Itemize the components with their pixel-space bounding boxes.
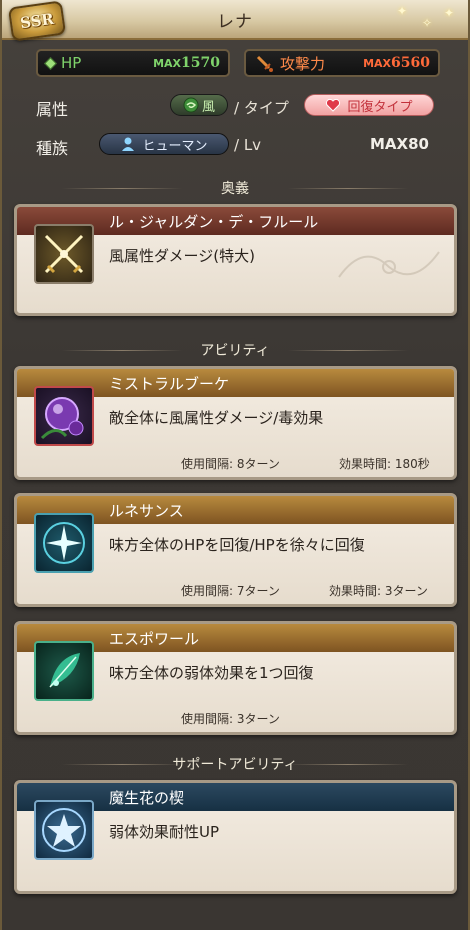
support-ability-description: 弱体効果耐性UP (109, 823, 220, 841)
wind-icon (183, 97, 199, 113)
heart-icon (326, 98, 341, 112)
attack-max-prefix: MAX (363, 57, 392, 70)
race-value: ヒューマン (142, 138, 208, 154)
hp-stat: HP MAX1570 (36, 49, 230, 77)
sparkle-icon: ✦ (444, 6, 455, 20)
attack-number: 6560 (391, 55, 430, 71)
ability-description: 味方全体の弱体効果を1つ回復 (109, 664, 314, 682)
title-bar: レナ ✦ ✧ ✦ (2, 0, 468, 40)
ability-cooldown: 使用間隔: 8ターン (181, 457, 280, 471)
ability-card: ミストラルブーケ 敵全体に風属性ダメージ/毒効果 使用間隔: 8ターン 効果時間… (14, 366, 457, 480)
star-icon (34, 800, 94, 860)
type-badge: 回復タイプ (304, 94, 434, 116)
leaf-icon (34, 641, 94, 701)
floral-decoration (338, 251, 440, 278)
element-badge: 風 (170, 94, 228, 116)
max-level: MAX80 (370, 135, 429, 153)
ougi-description: 風属性ダメージ(特大) (109, 247, 255, 265)
ability-description: 味方全体のHPを回復/HPを徐々に回復 (109, 536, 365, 554)
sparkle-star-icon (34, 513, 94, 573)
ability-duration: 効果時間: 180秒 (339, 457, 430, 471)
ability-card: ルネサンス 味方全体のHPを回復/HPを徐々に回復 使用間隔: 7ターン 効果時… (14, 493, 457, 607)
race-label: 種族 (36, 139, 69, 158)
purple-orb-icon (34, 386, 94, 446)
race-badge: ヒューマン (99, 133, 229, 155)
hp-number: 1570 (181, 55, 220, 71)
element-value: 風 (201, 99, 215, 115)
section-title-abilities: アビリティ (2, 340, 468, 360)
ougi-card: ル・ジャルダン・デ・フルール 風属性ダメージ(特大) (14, 204, 457, 316)
ability-duration: 効果時間: 3ターン (329, 584, 428, 598)
rarity-label: SSR (19, 9, 55, 33)
section-title-ougi: 奥義 (2, 178, 468, 198)
human-icon (122, 137, 135, 151)
hp-diamond-icon (44, 56, 57, 70)
type-value: 回復タイプ (347, 99, 413, 115)
element-label: 属性 (36, 100, 69, 119)
ability-description: 敵全体に風属性ダメージ/毒効果 (109, 409, 324, 427)
section-title-support: サポートアビリティ (2, 754, 468, 774)
ability-cooldown: 使用間隔: 3ターン (181, 712, 280, 726)
crossed-swords-icon (34, 224, 94, 284)
attack-stat: 攻撃力 MAX6560 (244, 49, 440, 77)
hp-label: HP (61, 54, 82, 72)
attack-value: MAX6560 (363, 55, 430, 71)
sword-icon (256, 55, 273, 72)
sparkle-icon: ✦ (397, 4, 408, 18)
character-detail-panel: レナ ✦ ✧ ✦ SSR HP MAX1570 攻撃力 MAX6560 属性 風… (0, 0, 470, 930)
attack-label: 攻撃力 (280, 54, 326, 73)
sparkle-icon: ✧ (422, 16, 433, 30)
hp-value: MAX1570 (153, 55, 220, 71)
lv-separator: / Lv (234, 136, 262, 154)
ability-cooldown: 使用間隔: 7ターン (181, 584, 280, 598)
hp-max-prefix: MAX (153, 57, 182, 70)
support-ability-card: 魔生花の楔 弱体効果耐性UP (14, 780, 457, 894)
ability-card: エスポワール 味方全体の弱体効果を1つ回復 使用間隔: 3ターン (14, 621, 457, 735)
type-separator: / タイプ (234, 99, 289, 117)
character-name: レナ (217, 11, 253, 32)
